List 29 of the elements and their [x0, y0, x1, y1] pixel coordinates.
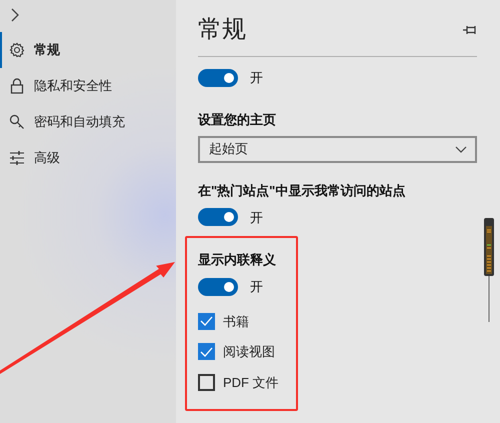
toggle-label: 开	[250, 208, 263, 226]
toggle-switch[interactable]	[198, 68, 238, 87]
toggle-label: 开	[250, 278, 263, 296]
sidebar-item[interactable]: 高级	[0, 140, 176, 176]
key-icon	[9, 114, 25, 130]
pin-icon[interactable]	[463, 25, 477, 35]
toggle-label: 开	[250, 69, 263, 87]
setting-heading: 在"热门站点"中显示我常访问的站点	[198, 182, 406, 200]
panel-title: 常规	[198, 15, 246, 45]
toggle-switch[interactable]	[198, 278, 238, 296]
sidebar-item[interactable]: 隐私和安全性	[0, 68, 176, 104]
sidebar-item[interactable]: 常规	[0, 32, 176, 68]
sliders-icon	[9, 151, 25, 165]
checkbox-label: 阅读视图	[223, 343, 275, 361]
lock-icon	[10, 78, 24, 94]
checkbox[interactable]	[198, 374, 215, 391]
checkbox[interactable]	[198, 312, 215, 330]
checkbox-label: PDF 文件	[223, 374, 279, 392]
homepage-dropdown[interactable]: 起始页	[198, 136, 477, 162]
toggle-switch[interactable]	[198, 208, 238, 226]
checkbox-label: 书籍	[223, 312, 249, 330]
chevron-icon[interactable]	[11, 8, 19, 22]
gear-icon	[9, 42, 25, 58]
chevron-down-icon	[455, 146, 467, 152]
meter-widget-icon	[483, 218, 495, 322]
sidebar-item[interactable]: 密码和自动填充	[0, 104, 176, 140]
checkbox[interactable]	[198, 343, 215, 360]
setting-heading: 显示内联释义	[198, 251, 277, 269]
setting-heading: 设置您的主页	[198, 110, 277, 128]
